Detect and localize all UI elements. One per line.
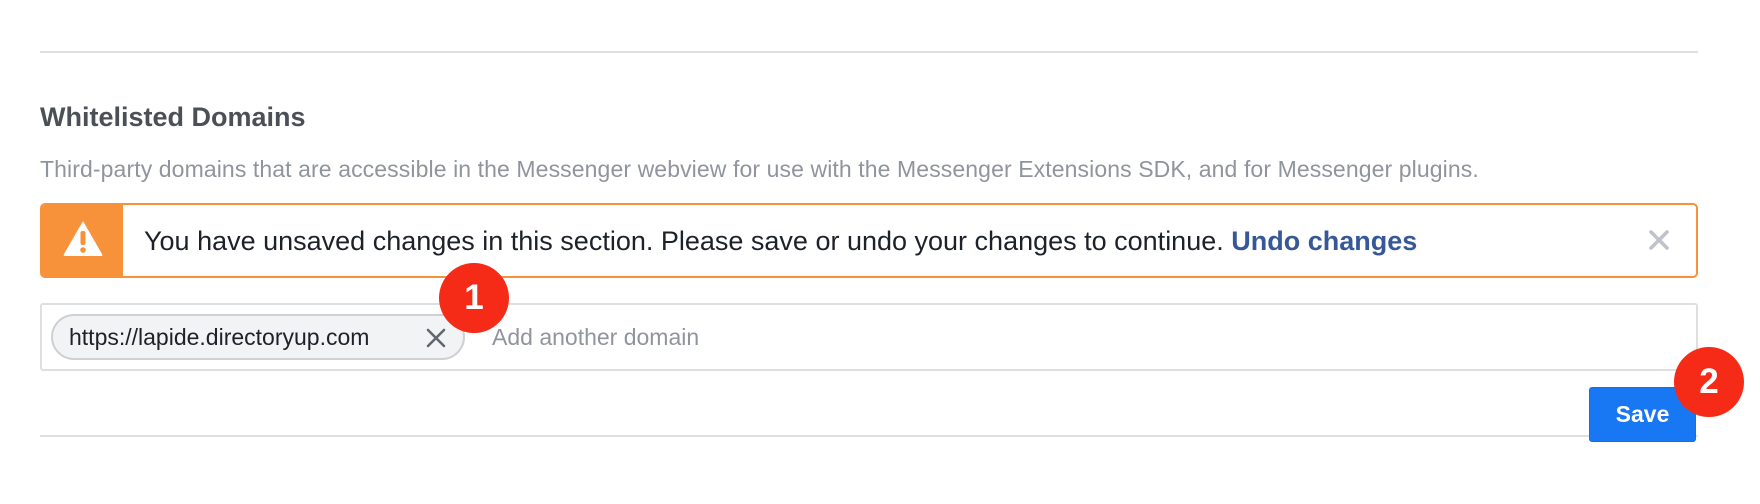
add-domain-input[interactable] [492, 319, 1672, 355]
step-marker-1: 1 [439, 263, 509, 333]
domain-chip: https://lapide.directoryup.com [51, 314, 465, 360]
close-icon[interactable] [1644, 225, 1674, 255]
whitelisted-domains-settings: Whitelisted Domains Third-party domains … [0, 0, 1760, 504]
alert-message: You have unsaved changes in this section… [144, 226, 1417, 257]
warning-icon [62, 219, 104, 262]
domain-chip-label: https://lapide.directoryup.com [69, 323, 370, 350]
remove-icon[interactable] [425, 327, 447, 349]
undo-changes-link[interactable]: Undo changes [1231, 226, 1417, 256]
top-divider [40, 51, 1698, 53]
alert-message-text: You have unsaved changes in this section… [144, 226, 1224, 256]
bottom-divider [40, 435, 1698, 437]
unsaved-changes-alert: You have unsaved changes in this section… [40, 203, 1698, 278]
section-description: Third-party domains that are accessible … [40, 156, 1479, 182]
step-marker-2: 2 [1674, 347, 1744, 417]
alert-icon-box [42, 205, 123, 276]
section-title: Whitelisted Domains [40, 102, 306, 132]
domain-token-input[interactable]: https://lapide.directoryup.com [40, 303, 1698, 371]
